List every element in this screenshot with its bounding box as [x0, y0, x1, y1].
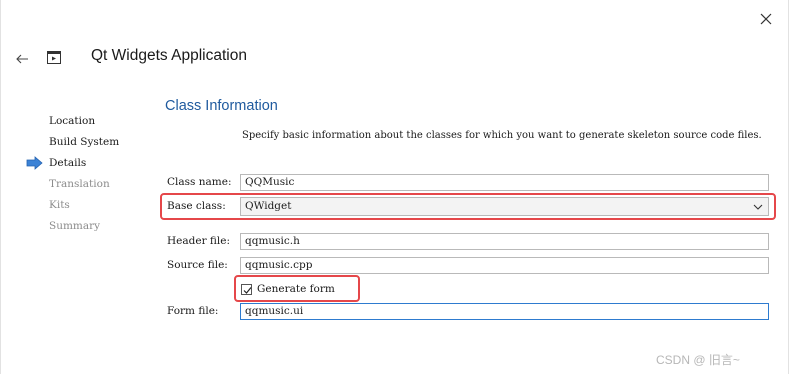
source-file-input[interactable]: qqmusic.cpp	[240, 257, 769, 274]
form-file-label: Form file:	[167, 305, 219, 317]
qt-application-icon	[47, 51, 61, 64]
step-location: Location	[26, 114, 146, 135]
back-button[interactable]	[11, 48, 33, 70]
window-border-left	[0, 0, 1, 374]
step-label: Details	[49, 157, 87, 169]
wizard-window: Qt Widgets Application Location Build Sy…	[0, 0, 789, 374]
wizard-title: Qt Widgets Application	[91, 47, 247, 64]
wizard-steps-list: Location Build System Details Translatio…	[26, 114, 146, 240]
close-button[interactable]	[755, 8, 777, 30]
step-label: Summary	[49, 220, 101, 232]
step-label: Translation	[49, 178, 110, 190]
class-name-input[interactable]: QQMusic	[240, 174, 769, 191]
section-title: Class Information	[165, 98, 278, 114]
section-description: Specify basic information about the clas…	[242, 130, 762, 141]
step-label: Build System	[49, 136, 120, 148]
header-file-input[interactable]: qqmusic.h	[240, 233, 769, 250]
step-label: Kits	[49, 199, 70, 211]
watermark: CSDN @ 旧言~	[656, 353, 740, 367]
current-step-arrow-icon	[26, 156, 43, 170]
back-arrow-icon	[15, 54, 28, 64]
class-name-label: Class name:	[167, 176, 232, 188]
step-translation: Translation	[26, 177, 146, 198]
base-class-value: QWidget	[245, 200, 292, 212]
step-build-system: Build System	[26, 135, 146, 156]
generate-form-checkbox-row[interactable]: Generate form	[241, 280, 335, 298]
step-label: Location	[49, 115, 96, 127]
step-kits: Kits	[26, 198, 146, 219]
base-class-combobox[interactable]: QWidget	[240, 197, 769, 216]
chevron-down-icon	[753, 204, 763, 210]
header-file-label: Header file:	[167, 235, 231, 247]
form-file-input[interactable]: qqmusic.ui	[240, 303, 769, 320]
step-details: Details	[26, 156, 146, 177]
step-summary: Summary	[26, 219, 146, 240]
source-file-label: Source file:	[167, 259, 228, 271]
close-icon	[760, 13, 772, 25]
generate-form-checkbox[interactable]	[241, 283, 252, 295]
checkmark-icon	[243, 286, 252, 294]
base-class-label: Base class:	[167, 200, 226, 212]
generate-form-label: Generate form	[257, 283, 335, 295]
